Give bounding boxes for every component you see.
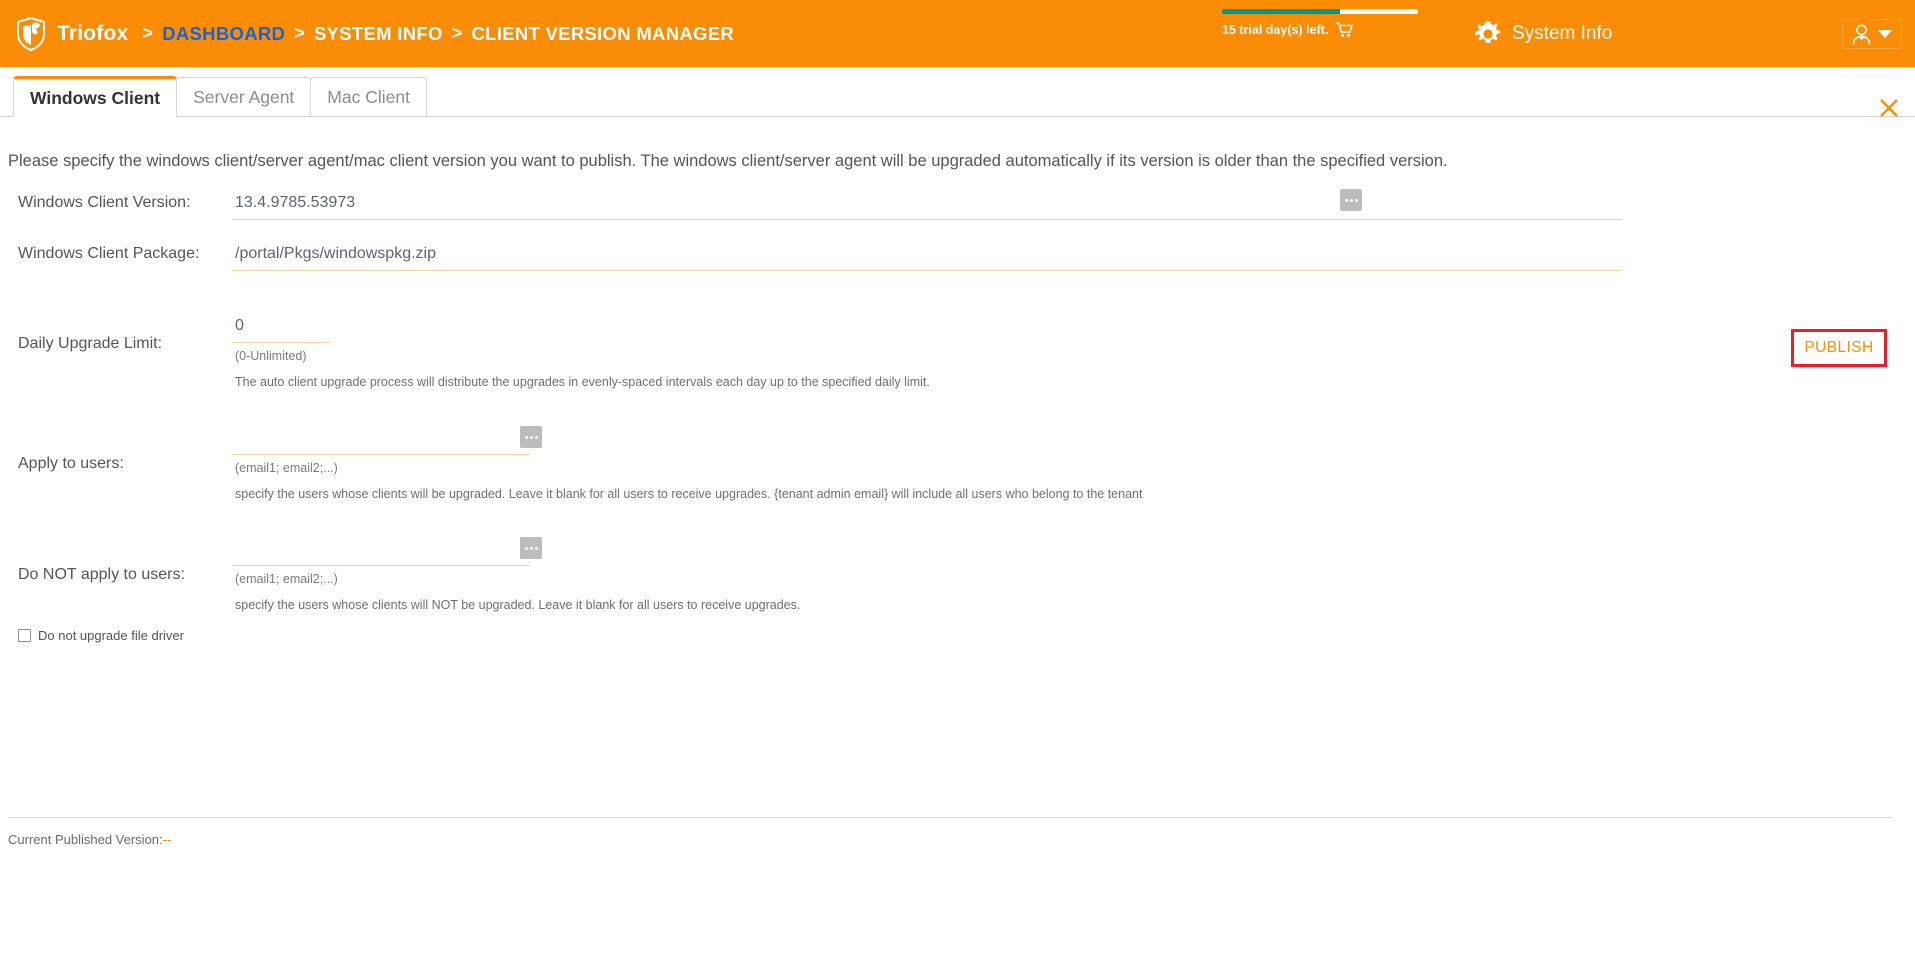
client-version-label: Windows Client Version:: [18, 194, 191, 212]
tab-windows-client[interactable]: Windows Client: [13, 76, 178, 117]
dot: [1354, 198, 1358, 202]
tab-bar: Windows Client Server Agent Mac Client: [0, 67, 1915, 117]
field-row-apply-to-users: Apply to users: (email1; email2;...) spe…: [0, 426, 1915, 502]
trial-progress-fill: [1222, 9, 1340, 14]
system-info-label: System Info: [1512, 22, 1613, 44]
publish-button-label: PUBLISH: [1804, 339, 1874, 356]
tab-windows-client-label: Windows Client: [30, 87, 161, 108]
tab-mac-client[interactable]: Mac Client: [310, 77, 427, 116]
field-row-not-apply-to-users: Do NOT apply to users: (email1; email2;.…: [0, 537, 1915, 613]
no-file-driver-checkbox[interactable]: [18, 629, 31, 643]
tab-mac-client-label: Mac Client: [327, 86, 410, 107]
not-apply-to-users-input[interactable]: [232, 542, 530, 567]
breadcrumb-item-system-info[interactable]: SYSTEM INFO: [314, 23, 443, 45]
not-apply-to-users-label: Do NOT apply to users:: [18, 566, 185, 584]
daily-limit-value: 0: [235, 317, 244, 335]
system-info-button[interactable]: System Info: [1475, 20, 1613, 47]
field-row-daily-limit: Daily Upgrade Limit: 0 (0-Unlimited) The…: [0, 317, 1915, 389]
daily-limit-hint: (0-Unlimited): [235, 349, 307, 364]
client-version-value: 13.4.9785.53973: [235, 194, 356, 212]
no-file-driver-checkbox-row[interactable]: Do not upgrade file driver: [0, 628, 1915, 643]
client-package-label: Windows Client Package:: [18, 245, 200, 263]
breadcrumb-item-dashboard[interactable]: DASHBOARD: [162, 23, 285, 45]
client-version-browse-button[interactable]: [1340, 189, 1362, 212]
current-published-version-label: Current Published Version:: [8, 832, 163, 847]
tab-server-agent[interactable]: Server Agent: [176, 77, 312, 116]
trial-progress-bar: [1222, 9, 1418, 14]
apply-to-users-label: Apply to users:: [18, 455, 124, 473]
section-divider: [8, 817, 1893, 818]
dot: [1344, 198, 1348, 202]
daily-limit-description: The auto client upgrade process will dis…: [235, 375, 930, 390]
field-row-client-version: Windows Client Version: 13.4.9785.53973: [0, 189, 1915, 221]
apply-to-users-browse-button[interactable]: [520, 426, 542, 449]
user-menu-button[interactable]: [1842, 18, 1902, 49]
not-apply-to-users-hint: (email1; email2;...): [235, 572, 338, 587]
breadcrumb: > DASHBOARD > SYSTEM INFO > CLIENT VERSI…: [142, 23, 734, 45]
dot: [529, 435, 533, 439]
apply-to-users-input[interactable]: [232, 431, 530, 456]
dot: [524, 546, 528, 550]
current-published-version-value: --: [162, 832, 172, 847]
daily-limit-input[interactable]: 0: [232, 317, 330, 344]
client-package-input[interactable]: /portal/Pkgs/windowspkg.zip: [232, 245, 1622, 272]
breadcrumb-item-client-version-manager[interactable]: CLIENT VERSION MANAGER: [472, 23, 735, 45]
page-intro-text: Please specify the windows client/server…: [8, 152, 1448, 170]
shopping-cart-icon[interactable]: [1336, 22, 1354, 38]
top-header-bar: Triofox > DASHBOARD > SYSTEM INFO > CLIE…: [0, 0, 1915, 67]
client-version-input[interactable]: 13.4.9785.53973: [232, 194, 1622, 221]
dot: [534, 435, 538, 439]
trial-status: 15 trial day(s) left.: [1222, 9, 1422, 38]
tab-server-agent-label: Server Agent: [193, 86, 295, 107]
brand-name: Triofox: [57, 21, 129, 45]
dot: [524, 435, 528, 439]
current-published-version: Current Published Version:--: [8, 832, 171, 847]
client-version-form: Windows Client Version: 13.4.9785.53973 …: [0, 189, 1915, 643]
publish-button[interactable]: PUBLISH: [1791, 329, 1887, 367]
dot: [529, 546, 533, 550]
gear-icon: [1475, 20, 1501, 47]
no-file-driver-label: Do not upgrade file driver: [38, 628, 184, 644]
brand-logo[interactable]: Triofox: [0, 16, 129, 51]
dot: [1349, 198, 1353, 202]
chevron-down-icon: [1878, 30, 1892, 38]
apply-to-users-hint: (email1; email2;...): [235, 461, 338, 476]
breadcrumb-separator-1: >: [294, 23, 305, 43]
breadcrumb-separator-2: >: [451, 23, 463, 43]
not-apply-to-users-browse-button[interactable]: [520, 537, 542, 560]
field-row-client-package: Windows Client Package: /portal/Pkgs/win…: [0, 245, 1915, 272]
client-package-value: /portal/Pkgs/windowspkg.zip: [235, 245, 436, 263]
user-icon: [1852, 24, 1871, 45]
apply-to-users-description: specify the users whose clients will be …: [235, 487, 1143, 502]
page-content: Please specify the windows client/server…: [0, 117, 1915, 962]
dot: [534, 546, 538, 550]
not-apply-to-users-description: specify the users whose clients will NOT…: [235, 598, 801, 613]
shield-fox-icon: [16, 16, 46, 51]
trial-days-label: 15 trial day(s) left.: [1222, 23, 1329, 37]
breadcrumb-separator-0: >: [142, 23, 154, 43]
daily-limit-label: Daily Upgrade Limit:: [18, 335, 163, 353]
